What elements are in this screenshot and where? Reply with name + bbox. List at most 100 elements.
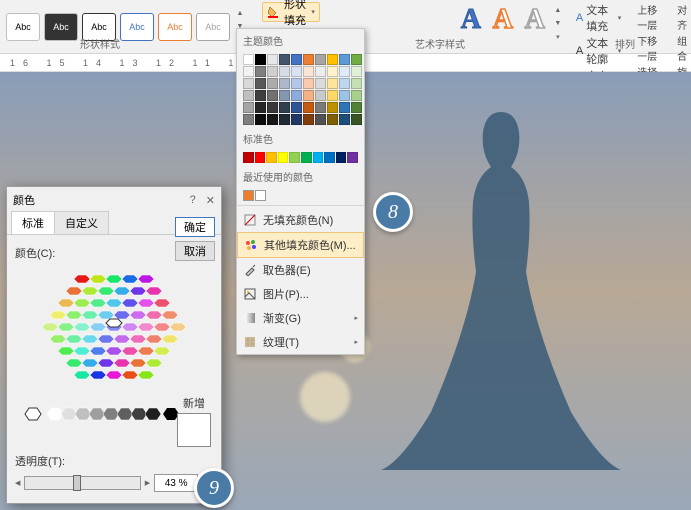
color-swatch[interactable] xyxy=(303,102,314,113)
shape-styles-gallery[interactable]: Abc Abc Abc Abc Abc Abc ▲▼▾ xyxy=(0,0,252,53)
color-swatch[interactable] xyxy=(339,78,350,89)
tab-custom[interactable]: 自定义 xyxy=(54,211,109,234)
bring-forward-button[interactable]: 上移一层 xyxy=(637,2,665,32)
color-swatch[interactable] xyxy=(303,114,314,125)
send-backward-button[interactable]: 下移一层 xyxy=(637,33,665,63)
color-swatch[interactable] xyxy=(266,152,277,163)
color-swatch[interactable] xyxy=(291,90,302,101)
color-swatch[interactable] xyxy=(279,66,290,77)
wordart-gallery[interactable]: A A A ▲▼▾ xyxy=(452,0,568,53)
color-swatch[interactable] xyxy=(243,190,254,201)
color-swatch[interactable] xyxy=(313,152,324,163)
color-swatch[interactable] xyxy=(303,78,314,89)
color-swatch[interactable] xyxy=(315,90,326,101)
color-swatch[interactable] xyxy=(243,90,254,101)
color-swatch[interactable] xyxy=(351,66,362,77)
cancel-button[interactable]: 取消 xyxy=(175,241,215,261)
color-swatch[interactable] xyxy=(267,54,278,65)
color-swatch[interactable] xyxy=(351,114,362,125)
wordart-expand[interactable]: ▲▼▾ xyxy=(552,4,564,44)
style-preset-1[interactable]: Abc xyxy=(6,13,40,41)
align-button[interactable]: 对齐 xyxy=(677,2,691,32)
color-swatch[interactable] xyxy=(315,114,326,125)
hexagon-color-picker[interactable] xyxy=(39,267,189,397)
color-swatch[interactable] xyxy=(339,90,350,101)
close-icon[interactable]: ✕ xyxy=(206,194,215,207)
color-swatch[interactable] xyxy=(243,152,254,163)
tab-standard[interactable]: 标准 xyxy=(11,211,55,234)
color-swatch[interactable] xyxy=(279,114,290,125)
color-swatch[interactable] xyxy=(279,102,290,113)
color-swatch[interactable] xyxy=(278,152,289,163)
style-preset-5[interactable]: Abc xyxy=(158,13,192,41)
color-swatch[interactable] xyxy=(327,114,338,125)
color-swatch[interactable] xyxy=(351,54,362,65)
picture-fill-item[interactable]: 图片(P)... xyxy=(237,282,364,306)
color-swatch[interactable] xyxy=(267,66,278,77)
no-fill-item[interactable]: 无填充颜色(N) xyxy=(237,208,364,232)
wordart-preset-2[interactable]: A xyxy=(488,4,518,49)
color-swatch[interactable] xyxy=(291,54,302,65)
color-swatch[interactable] xyxy=(279,90,290,101)
style-preset-6[interactable]: Abc xyxy=(196,13,230,41)
color-swatch[interactable] xyxy=(315,54,326,65)
help-icon[interactable]: ? xyxy=(190,194,196,207)
color-swatch[interactable] xyxy=(291,66,302,77)
color-swatch[interactable] xyxy=(279,78,290,89)
color-swatch[interactable] xyxy=(255,66,266,77)
ok-button[interactable]: 确定 xyxy=(175,217,215,237)
color-swatch[interactable] xyxy=(336,152,347,163)
more-fill-colors-item[interactable]: 其他填充颜色(M)... xyxy=(237,232,364,258)
color-swatch[interactable] xyxy=(255,152,266,163)
color-swatch[interactable] xyxy=(303,54,314,65)
color-swatch[interactable] xyxy=(339,114,350,125)
shape-fill-button[interactable]: 形状填充 ▾ xyxy=(262,2,320,22)
color-swatch[interactable] xyxy=(243,66,254,77)
color-swatch[interactable] xyxy=(291,114,302,125)
color-swatch[interactable] xyxy=(243,54,254,65)
eyedropper-item[interactable]: 取色器(E) xyxy=(237,258,364,282)
transparency-value[interactable]: 43 % xyxy=(154,474,198,492)
color-swatch[interactable] xyxy=(351,90,362,101)
color-swatch[interactable] xyxy=(255,114,266,125)
silhouette-shape[interactable] xyxy=(361,92,641,472)
color-swatch[interactable] xyxy=(301,152,312,163)
style-preset-2[interactable]: Abc xyxy=(44,13,78,41)
color-swatch[interactable] xyxy=(291,78,302,89)
color-swatch[interactable] xyxy=(339,54,350,65)
color-swatch[interactable] xyxy=(255,78,266,89)
color-swatch[interactable] xyxy=(327,102,338,113)
color-swatch[interactable] xyxy=(351,78,362,89)
color-swatch[interactable] xyxy=(255,190,266,201)
color-swatch[interactable] xyxy=(351,102,362,113)
texture-fill-item[interactable]: 纹理(T)▸ xyxy=(237,330,364,354)
standard-color-row[interactable] xyxy=(237,150,364,165)
color-swatch[interactable] xyxy=(303,90,314,101)
color-swatch[interactable] xyxy=(291,102,302,113)
color-swatch[interactable] xyxy=(243,114,254,125)
color-swatch[interactable] xyxy=(267,78,278,89)
wordart-preset-3[interactable]: A xyxy=(520,4,550,49)
color-swatch[interactable] xyxy=(289,152,300,163)
slider-left-icon[interactable]: ◀ xyxy=(15,479,20,487)
color-swatch[interactable] xyxy=(327,66,338,77)
color-swatch[interactable] xyxy=(279,54,290,65)
group-button[interactable]: 组合 xyxy=(677,33,691,63)
color-swatch[interactable] xyxy=(315,66,326,77)
color-swatch[interactable] xyxy=(347,152,358,163)
color-swatch[interactable] xyxy=(324,152,335,163)
color-swatch[interactable] xyxy=(339,102,350,113)
color-swatch[interactable] xyxy=(315,78,326,89)
style-preset-4[interactable]: Abc xyxy=(120,13,154,41)
slider-right-icon[interactable]: ▶ xyxy=(145,479,150,487)
color-swatch[interactable] xyxy=(267,90,278,101)
recent-color-row[interactable] xyxy=(237,188,364,203)
color-swatch[interactable] xyxy=(255,54,266,65)
color-swatch[interactable] xyxy=(255,102,266,113)
color-swatch[interactable] xyxy=(339,66,350,77)
transparency-slider[interactable] xyxy=(24,476,140,490)
color-swatch[interactable] xyxy=(303,66,314,77)
color-swatch[interactable] xyxy=(327,78,338,89)
color-swatch[interactable] xyxy=(267,114,278,125)
color-swatch[interactable] xyxy=(267,102,278,113)
